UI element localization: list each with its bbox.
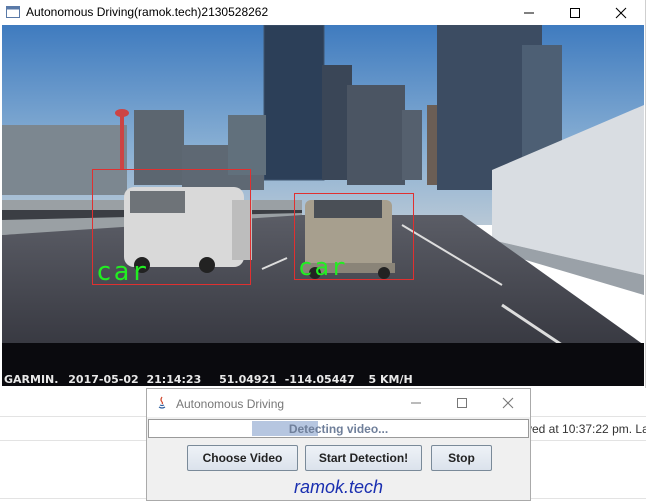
brand-text: ramok.tech [293, 477, 384, 497]
close-icon [615, 7, 627, 19]
minimize-icon [524, 12, 534, 14]
overlay-speed: 5 KM/H [368, 373, 413, 386]
overlay-lon: -114.05447 [284, 373, 355, 386]
close-button[interactable] [598, 0, 644, 25]
dashcam-overlay: GARMIN. 2017-05-02 21:14:23 51.04921 -11… [4, 373, 413, 386]
detection-label: car [298, 253, 348, 281]
dialog-minimize-button[interactable] [393, 389, 439, 417]
dialog-title-bar[interactable]: Autonomous Driving [147, 389, 530, 417]
minimize-icon [411, 402, 421, 404]
stop-button[interactable]: Stop [431, 445, 492, 471]
video-frame: car car GARMIN. 2017-05-02 21:14:23 51.0… [2, 25, 644, 386]
background-status-text: ved at 10:37:22 pm. La [526, 422, 646, 436]
overlay-brand: GARMIN. [4, 373, 59, 386]
close-icon [502, 397, 514, 409]
maximize-icon [570, 8, 580, 18]
detection-label: car [96, 257, 149, 287]
detection-progress-bar: Detecting video... [148, 419, 529, 438]
java-icon [155, 396, 169, 410]
overlay-lat: 51.04921 [219, 373, 277, 386]
dialog-close-button[interactable] [485, 389, 531, 417]
control-dialog: Autonomous Driving Detecting video... Ch… [146, 388, 531, 501]
main-window: Autonomous Driving(ramok.tech)2130528262 [0, 0, 646, 388]
choose-video-button[interactable]: Choose Video [187, 445, 298, 471]
maximize-icon [457, 398, 467, 408]
dialog-title: Autonomous Driving [176, 397, 285, 411]
maximize-button[interactable] [552, 0, 598, 25]
overlay-date: 2017-05-02 [68, 373, 139, 386]
minimize-button[interactable] [506, 0, 552, 25]
dialog-maximize-button[interactable] [439, 389, 485, 417]
main-title-bar[interactable]: Autonomous Driving(ramok.tech)2130528262 [0, 0, 644, 25]
app-icon [6, 5, 20, 19]
main-window-title: Autonomous Driving(ramok.tech)2130528262 [26, 5, 269, 19]
overlay-time: 21:14:23 [146, 373, 202, 386]
start-detection-button[interactable]: Start Detection! [305, 445, 422, 471]
progress-text: Detecting video... [288, 422, 389, 436]
